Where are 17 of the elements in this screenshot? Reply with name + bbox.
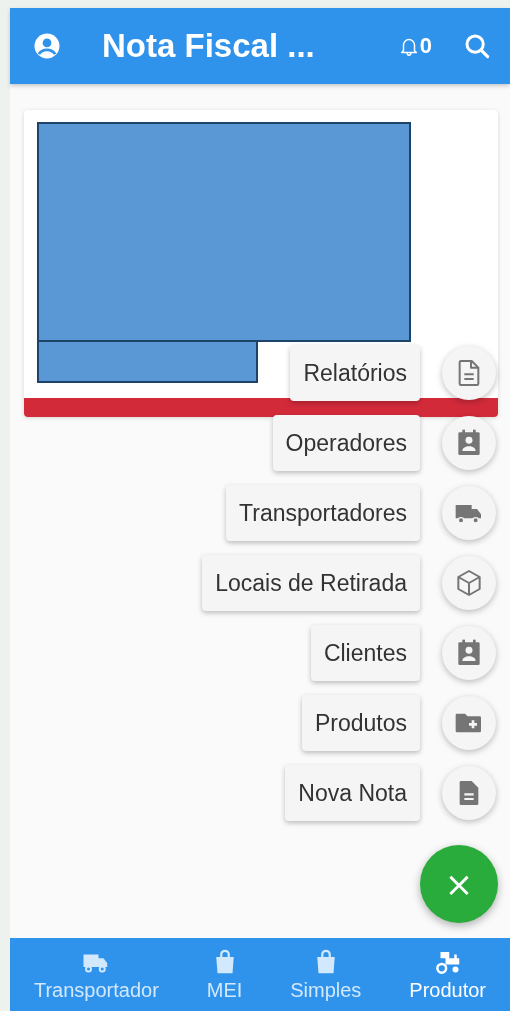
action-button[interactable] bbox=[442, 696, 496, 750]
action-button[interactable] bbox=[442, 486, 496, 540]
action-label[interactable]: Produtos bbox=[301, 695, 420, 751]
action-label[interactable]: Relatórios bbox=[290, 345, 420, 401]
action-button[interactable] bbox=[442, 556, 496, 610]
action-button[interactable] bbox=[442, 416, 496, 470]
action-label[interactable]: Nova Nota bbox=[285, 765, 420, 821]
action-button[interactable] bbox=[442, 626, 496, 680]
action-button[interactable] bbox=[442, 766, 496, 820]
action-label[interactable]: Operadores bbox=[272, 415, 420, 471]
action-label[interactable]: Clientes bbox=[310, 625, 420, 681]
account-icon bbox=[32, 31, 62, 61]
app-title: Nota Fiscal ... bbox=[102, 27, 316, 65]
account-button[interactable] bbox=[32, 31, 62, 61]
notification-count: 0 bbox=[419, 33, 432, 59]
action-label[interactable]: Transportadores bbox=[226, 485, 420, 541]
action-label[interactable]: Locais de Retirada bbox=[202, 555, 420, 611]
